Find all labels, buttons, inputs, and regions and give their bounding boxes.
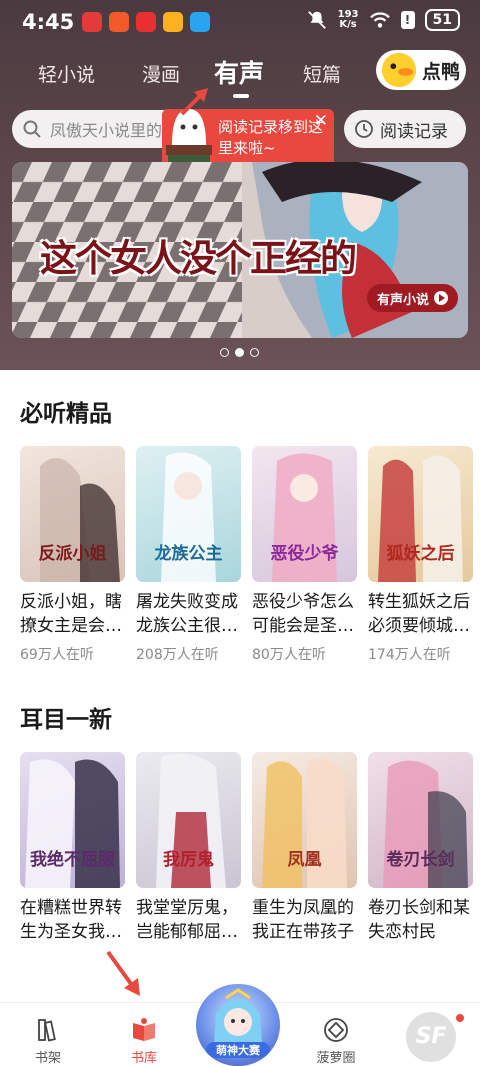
banner-tag[interactable]: 有声小说: [366, 284, 458, 312]
book-cover-text: 龙族公主: [154, 544, 223, 564]
alert-icon: !: [400, 11, 415, 29]
header-area: 4:45 193 K/s ! 51 轻小说 漫画 有声 短篇 点鸭 凤傲天小说里…: [0, 0, 480, 370]
tab-audio[interactable]: 有声: [214, 54, 264, 90]
book-card[interactable]: 反派小姐 反派小姐，瞎撩女主是会… 69万人在听: [20, 446, 125, 664]
banner-title: 这个女人没个正经的: [40, 236, 357, 280]
book-cover-text: 我绝不屈服: [30, 850, 115, 870]
tab-comic[interactable]: 漫画: [142, 60, 180, 87]
book-title: 恶役少爷怎么可能会是圣…: [252, 592, 354, 636]
book-cover: 狐妖之后: [368, 446, 473, 582]
book-card[interactable]: 我厉鬼 我堂堂厉鬼，岂能郁郁屈…: [136, 752, 241, 944]
promo-banner[interactable]: 这个女人没个正经的 有声小说: [12, 162, 468, 338]
app-notification-icon: [190, 12, 210, 32]
play-icon: [434, 291, 448, 305]
battery-indicator: 51: [424, 9, 460, 31]
book-cover-text: 卷刃长剑: [386, 850, 455, 870]
search-icon: [23, 120, 41, 138]
section-title-new: 耳目一新: [20, 707, 112, 733]
status-bar: 4:45 193 K/s ! 51: [0, 0, 480, 46]
book-cover: 我厉鬼: [136, 752, 241, 888]
arrow-pointer-icon: [106, 950, 140, 996]
wifi-icon: [369, 12, 390, 28]
duck-button[interactable]: 点鸭: [376, 50, 466, 90]
reading-history-label: 阅读记录: [380, 121, 448, 142]
nav-bookshelf[interactable]: 书架: [18, 1015, 78, 1066]
notification-dot: [456, 1014, 464, 1022]
nav-pineapple-circle[interactable]: 菠萝圈: [306, 1015, 366, 1066]
book-card[interactable]: 我绝不屈服 在糟糕世界转生为圣女我…: [20, 752, 125, 944]
tab-short[interactable]: 短篇: [303, 60, 341, 87]
app-notification-icon: [136, 12, 156, 32]
book-cover: 龙族公主: [136, 446, 241, 582]
search-placeholder: 凤傲天小说里的: [50, 121, 163, 140]
nav-contest-button[interactable]: 萌神大赛: [196, 984, 280, 1066]
book-cover: 反派小姐: [20, 446, 125, 582]
book-cover: 恶役少爷: [252, 446, 357, 582]
pagination-dot-active[interactable]: [235, 348, 244, 357]
duck-icon: [381, 52, 417, 88]
book-cover-text: 凤凰: [287, 850, 322, 870]
book-cover-text: 恶役少爷: [270, 544, 339, 564]
nav-library[interactable]: 书库: [114, 1015, 174, 1066]
notification-icons: [82, 12, 210, 32]
banner-pagination: [220, 348, 259, 357]
library-icon: [133, 1018, 155, 1041]
pagination-dot[interactable]: [250, 348, 259, 357]
status-time: 4:45: [22, 10, 75, 34]
book-title: 在糟糕世界转生为圣女我…: [20, 898, 122, 942]
sf-logo[interactable]: SF: [406, 1012, 456, 1062]
pineapple-circle-icon: [324, 1018, 348, 1042]
reading-history-button[interactable]: 阅读记录: [344, 110, 466, 148]
clock-icon: [355, 120, 373, 138]
book-card[interactable]: 恶役少爷 恶役少爷怎么可能会是圣… 80万人在听: [252, 446, 357, 664]
book-cover: 卷刃长剑: [368, 752, 473, 888]
listener-count: 208万人在听: [136, 647, 219, 663]
listener-count: 174万人在听: [368, 647, 451, 663]
tooltip-text: 阅读记录移到这里来啦~: [218, 118, 324, 157]
book-card[interactable]: 凤凰 重生为凤凰的我正在带孩子: [252, 752, 357, 944]
book-cover: 我绝不屈服: [20, 752, 125, 888]
active-tab-indicator: [233, 94, 249, 98]
book-cover-text: 狐妖之后: [386, 544, 455, 564]
book-cover-text: 反派小姐: [38, 544, 107, 564]
nav-label: 书库: [130, 1051, 157, 1066]
arrow-pointer-icon: [180, 88, 208, 116]
book-card[interactable]: 狐妖之后 转生狐妖之后必须要倾城… 174万人在听: [368, 446, 473, 664]
listener-count: 69万人在听: [20, 647, 94, 663]
nav-label: 书架: [34, 1051, 61, 1066]
banner-tag-label: 有声小说: [376, 292, 429, 308]
book-card[interactable]: 龙族公主 屠龙失败变成龙族公主很… 208万人在听: [136, 446, 241, 664]
book-title: 我堂堂厉鬼，岂能郁郁屈…: [136, 898, 238, 942]
mute-icon: [307, 11, 326, 29]
listener-count: 80万人在听: [252, 647, 326, 663]
featured-list: 反派小姐 反派小姐，瞎撩女主是会… 69万人在听 龙族公主 屠龙失败变成龙族公主…: [20, 446, 473, 664]
bookshelf-icon: [38, 1019, 56, 1042]
tab-light-novel[interactable]: 轻小说: [38, 60, 95, 87]
nav-label: 菠萝圈: [316, 1051, 356, 1066]
book-title: 屠龙失败变成龙族公主很…: [136, 592, 238, 636]
book-title: 重生为凤凰的我正在带孩子: [252, 898, 354, 942]
book-cover-text: 我厉鬼: [163, 850, 214, 870]
new-list: 我绝不屈服 在糟糕世界转生为圣女我… 我厉鬼 我堂堂厉鬼，岂能郁郁屈… 凤凰 重…: [20, 752, 473, 944]
book-title: 转生狐妖之后必须要倾城…: [368, 592, 470, 636]
app-notification-icon: [109, 12, 129, 32]
book-cover: 凤凰: [252, 752, 357, 888]
book-card[interactable]: 卷刃长剑 卷刃长剑和某失恋村民: [368, 752, 473, 944]
contest-label: 萌神大赛: [206, 1042, 270, 1058]
network-speed: 193 K/s: [337, 9, 359, 30]
close-icon[interactable]: ✕: [314, 111, 328, 131]
book-title: 反派小姐，瞎撩女主是会…: [20, 592, 122, 636]
pagination-dot[interactable]: [220, 348, 229, 357]
app-notification-icon: [82, 12, 102, 32]
app-notification-icon: [163, 12, 183, 32]
duck-button-label: 点鸭: [422, 60, 461, 83]
book-title: 卷刃长剑和某失恋村民: [368, 898, 470, 942]
section-title-featured: 必听精品: [20, 401, 112, 427]
